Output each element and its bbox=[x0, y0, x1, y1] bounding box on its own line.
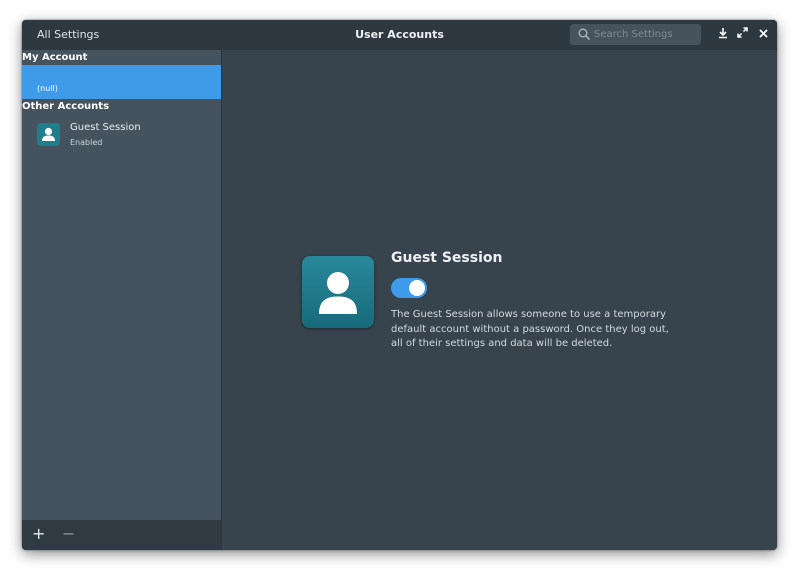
titlebar: All Settings User Accounts bbox=[22, 20, 777, 50]
maximize-icon[interactable] bbox=[737, 27, 748, 38]
toggle-knob bbox=[409, 280, 425, 296]
guest-session-name: Guest Session bbox=[70, 122, 141, 133]
accounts-sidebar: My Account (null) Other Accounts Guest S… bbox=[22, 50, 222, 550]
my-account-item[interactable]: (null) bbox=[22, 65, 221, 99]
guest-session-toggle[interactable] bbox=[391, 278, 427, 298]
guest-session-description: The Guest Session allows someone to use … bbox=[391, 309, 669, 349]
other-accounts-header: Other Accounts bbox=[22, 101, 110, 112]
user-icon bbox=[319, 272, 357, 314]
guest-session-avatar bbox=[302, 256, 374, 328]
close-icon[interactable] bbox=[759, 29, 768, 38]
account-details: Guest Session The Guest Session allows s… bbox=[222, 50, 777, 550]
download-icon[interactable] bbox=[718, 27, 728, 39]
my-account-name: (null) bbox=[37, 84, 58, 93]
my-account-header: My Account bbox=[22, 52, 88, 63]
sidebar-actionbar: + − bbox=[22, 520, 221, 550]
search-icon bbox=[578, 28, 590, 40]
guest-session-status: Enabled bbox=[70, 138, 103, 147]
user-icon bbox=[42, 127, 55, 141]
remove-account-button[interactable]: − bbox=[62, 525, 75, 543]
search-box[interactable] bbox=[570, 24, 701, 45]
add-account-button[interactable]: + bbox=[32, 525, 45, 543]
search-input[interactable] bbox=[594, 27, 694, 42]
guest-session-item[interactable]: Guest Session Enabled bbox=[22, 116, 221, 154]
guest-session-title: Guest Session bbox=[391, 250, 503, 266]
guest-avatar bbox=[37, 123, 60, 146]
settings-window: All Settings User Accounts My Account (n… bbox=[22, 20, 777, 550]
